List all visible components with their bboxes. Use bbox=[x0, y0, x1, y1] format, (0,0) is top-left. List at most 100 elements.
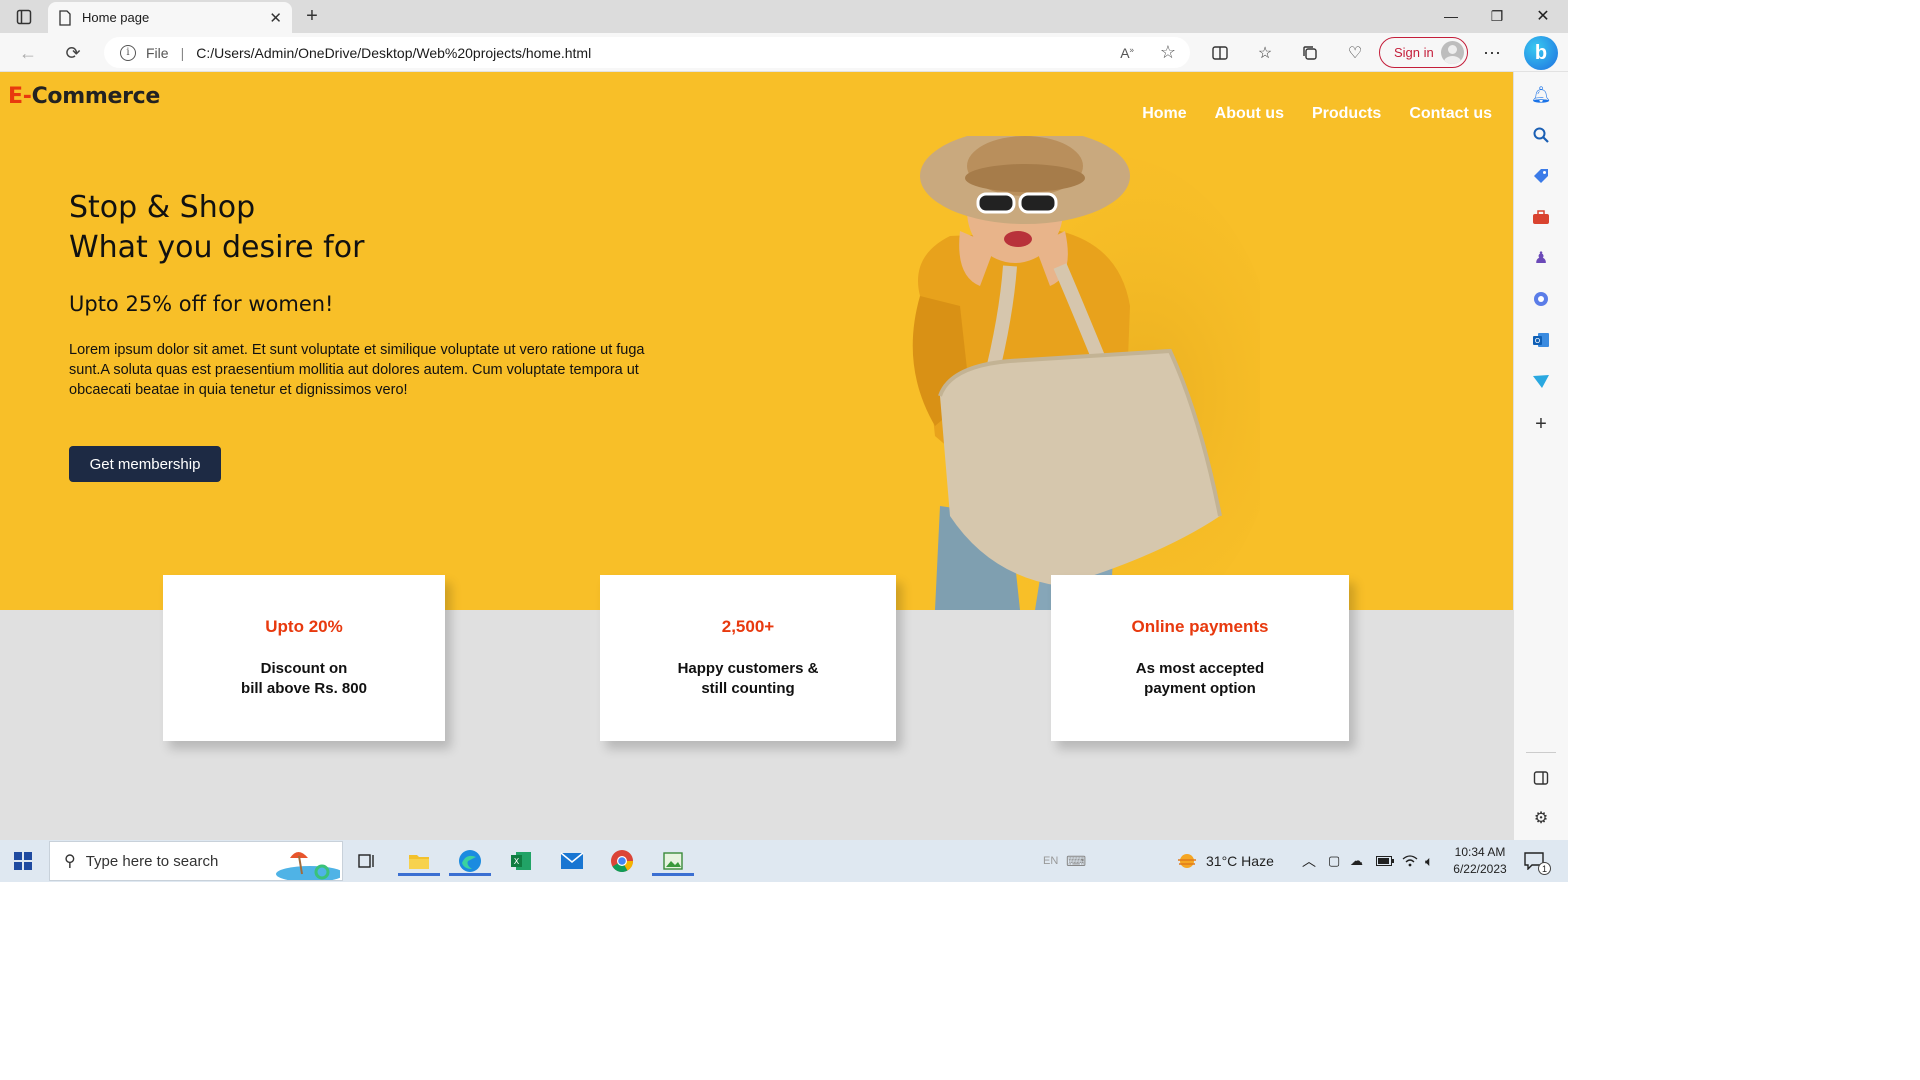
svg-text:X: X bbox=[514, 857, 520, 866]
hide-sidebar-icon[interactable] bbox=[1530, 767, 1552, 789]
hero-subheadline: Upto 25% off for women! bbox=[69, 292, 334, 316]
nav-about-us[interactable]: About us bbox=[1215, 105, 1284, 123]
hero-woman-image bbox=[912, 136, 1260, 610]
card-line-2: still counting bbox=[701, 680, 795, 697]
close-window-button[interactable]: ✕ bbox=[1520, 0, 1566, 32]
card-title: Online payments bbox=[1131, 617, 1269, 636]
web-page: E-Commerce Home About us Products Contac… bbox=[0, 72, 1513, 840]
tools-icon[interactable] bbox=[1530, 206, 1552, 228]
mail-icon[interactable] bbox=[557, 846, 587, 876]
photo-app-icon[interactable] bbox=[652, 846, 694, 876]
card-title: 2,500+ bbox=[721, 617, 775, 636]
settings-gear-icon[interactable]: ⚙ bbox=[1530, 807, 1552, 829]
headline-line-2: What you desire for bbox=[69, 230, 365, 265]
search-placeholder: Type here to search bbox=[85, 852, 219, 870]
add-sidebar-item-icon[interactable]: + bbox=[1530, 413, 1552, 435]
taskbar-search-box[interactable]: ⚲ Type here to search bbox=[49, 841, 343, 881]
show-hidden-icons-icon[interactable]: ︿ bbox=[1302, 840, 1316, 882]
clock-date: 6/22/2023 bbox=[1453, 862, 1507, 876]
shopping-tag-icon[interactable] bbox=[1530, 165, 1552, 187]
notification-count: 1 bbox=[1538, 862, 1551, 875]
edge-sidebar: 🔔︎ ♟ O + ⚙ bbox=[1513, 72, 1568, 840]
microsoft-365-icon[interactable] bbox=[1530, 288, 1552, 310]
read-aloud-icon[interactable]: A» bbox=[1120, 45, 1134, 61]
address-toolbar: ← ⟳ i File | C:/Users/Admin/OneDrive/Des… bbox=[0, 33, 1568, 72]
card-text: Discount on bill above Rs. 800 bbox=[163, 659, 445, 699]
card-text: As most accepted payment option bbox=[1051, 659, 1349, 699]
collections-icon[interactable] bbox=[1299, 42, 1321, 64]
keyboard-icon[interactable]: ⌨ bbox=[1066, 840, 1086, 882]
tab-actions-icon[interactable] bbox=[8, 5, 40, 29]
more-options-icon[interactable]: ⋯ bbox=[1481, 42, 1503, 64]
language-indicator[interactable]: EN bbox=[1043, 840, 1058, 882]
sidebar-divider bbox=[1526, 752, 1556, 753]
notification-bell-icon[interactable]: 🔔︎ bbox=[1530, 84, 1552, 106]
task-view-icon[interactable] bbox=[352, 846, 382, 876]
refresh-button[interactable]: ⟳ bbox=[59, 39, 87, 67]
nav-products[interactable]: Products bbox=[1312, 105, 1381, 123]
active-indicator bbox=[652, 873, 694, 876]
favorite-star-icon[interactable]: ☆ bbox=[1160, 42, 1176, 63]
site-logo[interactable]: E-Commerce bbox=[8, 84, 160, 109]
card-line-1: Happy customers & bbox=[677, 660, 819, 677]
hero-headline: Stop & Shop What you desire for bbox=[69, 188, 364, 268]
volume-icon[interactable]: 🔈︎ bbox=[1425, 840, 1433, 882]
taskbar-clock[interactable]: 10:34 AM 6/22/2023 bbox=[1448, 844, 1512, 878]
info-icon[interactable]: i bbox=[120, 44, 136, 61]
drop-icon[interactable] bbox=[1530, 370, 1552, 392]
card-title: Upto 20% bbox=[265, 617, 343, 636]
onedrive-cloud-icon[interactable]: ☁ bbox=[1350, 840, 1363, 882]
close-tab-icon[interactable]: ✕ bbox=[269, 9, 282, 27]
url-separator: | bbox=[180, 44, 185, 61]
tab-strip: Home page ✕ + — ❐ ✕ bbox=[0, 0, 1568, 33]
url-scheme-label: File bbox=[146, 44, 169, 61]
split-screen-icon[interactable] bbox=[1209, 42, 1231, 64]
sign-in-button[interactable]: Sign in bbox=[1379, 37, 1468, 68]
nav-home[interactable]: Home bbox=[1142, 105, 1186, 123]
page-icon bbox=[59, 9, 71, 26]
profile-avatar bbox=[1441, 41, 1464, 64]
stat-card-payments: Online payments As most accepted payment… bbox=[1051, 575, 1349, 741]
device-icon[interactable]: ▢ bbox=[1328, 840, 1340, 882]
bing-copilot-icon[interactable]: b bbox=[1524, 36, 1558, 70]
active-indicator bbox=[398, 873, 440, 876]
browser-tab-home[interactable]: Home page ✕ bbox=[48, 2, 292, 33]
file-explorer-icon[interactable] bbox=[398, 846, 440, 876]
wifi-icon[interactable] bbox=[1402, 840, 1418, 882]
notification-center-icon[interactable]: 1 bbox=[1524, 840, 1551, 882]
hero-paragraph: Lorem ipsum dolor sit amet. Et sunt volu… bbox=[69, 342, 645, 398]
outlook-icon[interactable]: O bbox=[1530, 329, 1552, 351]
chrome-icon[interactable] bbox=[607, 846, 637, 876]
card-text: Happy customers & still counting bbox=[600, 659, 896, 699]
card-line-2: bill above Rs. 800 bbox=[241, 680, 367, 697]
games-icon[interactable]: ♟ bbox=[1530, 247, 1552, 269]
edge-browser-icon[interactable] bbox=[449, 846, 491, 876]
get-membership-button[interactable]: Get membership bbox=[69, 446, 221, 482]
restore-button[interactable]: ❐ bbox=[1474, 0, 1520, 32]
favorites-icon[interactable]: ☆ bbox=[1254, 42, 1276, 64]
weather-text: 31°C Haze bbox=[1206, 853, 1274, 869]
battery-icon[interactable] bbox=[1376, 840, 1394, 882]
headline-line-1: Stop & Shop bbox=[69, 190, 256, 225]
search-icon: ⚲ bbox=[64, 853, 76, 870]
windows-taskbar: ⚲ Type here to search X EN ⌨ 31°C Haze ︿… bbox=[0, 840, 1568, 882]
logo-text: Commerce bbox=[31, 84, 161, 109]
windows-start-icon[interactable] bbox=[14, 852, 32, 870]
clock-time: 10:34 AM bbox=[1454, 845, 1506, 859]
active-indicator bbox=[449, 873, 491, 876]
nav-contact-us[interactable]: Contact us bbox=[1409, 105, 1492, 123]
card-line-1: Discount on bbox=[260, 660, 348, 677]
weather-widget[interactable]: 31°C Haze bbox=[1176, 840, 1274, 882]
excel-icon[interactable]: X bbox=[506, 846, 536, 876]
weather-haze-icon bbox=[1178, 854, 1196, 868]
search-icon[interactable] bbox=[1530, 124, 1552, 146]
minimize-button[interactable]: — bbox=[1428, 0, 1474, 32]
browser-essentials-icon[interactable]: ♡ bbox=[1344, 42, 1366, 64]
card-line-2: payment option bbox=[1144, 680, 1256, 697]
address-bar[interactable]: i File | C:/Users/Admin/OneDrive/Desktop… bbox=[104, 37, 1190, 68]
hero-section: E-Commerce Home About us Products Contac… bbox=[0, 72, 1513, 610]
new-tab-button[interactable]: + bbox=[300, 4, 324, 28]
url-text[interactable]: C:/Users/Admin/OneDrive/Desktop/Web%20pr… bbox=[196, 45, 591, 61]
search-highlight-icon bbox=[276, 852, 340, 880]
back-button[interactable]: ← bbox=[14, 39, 42, 67]
